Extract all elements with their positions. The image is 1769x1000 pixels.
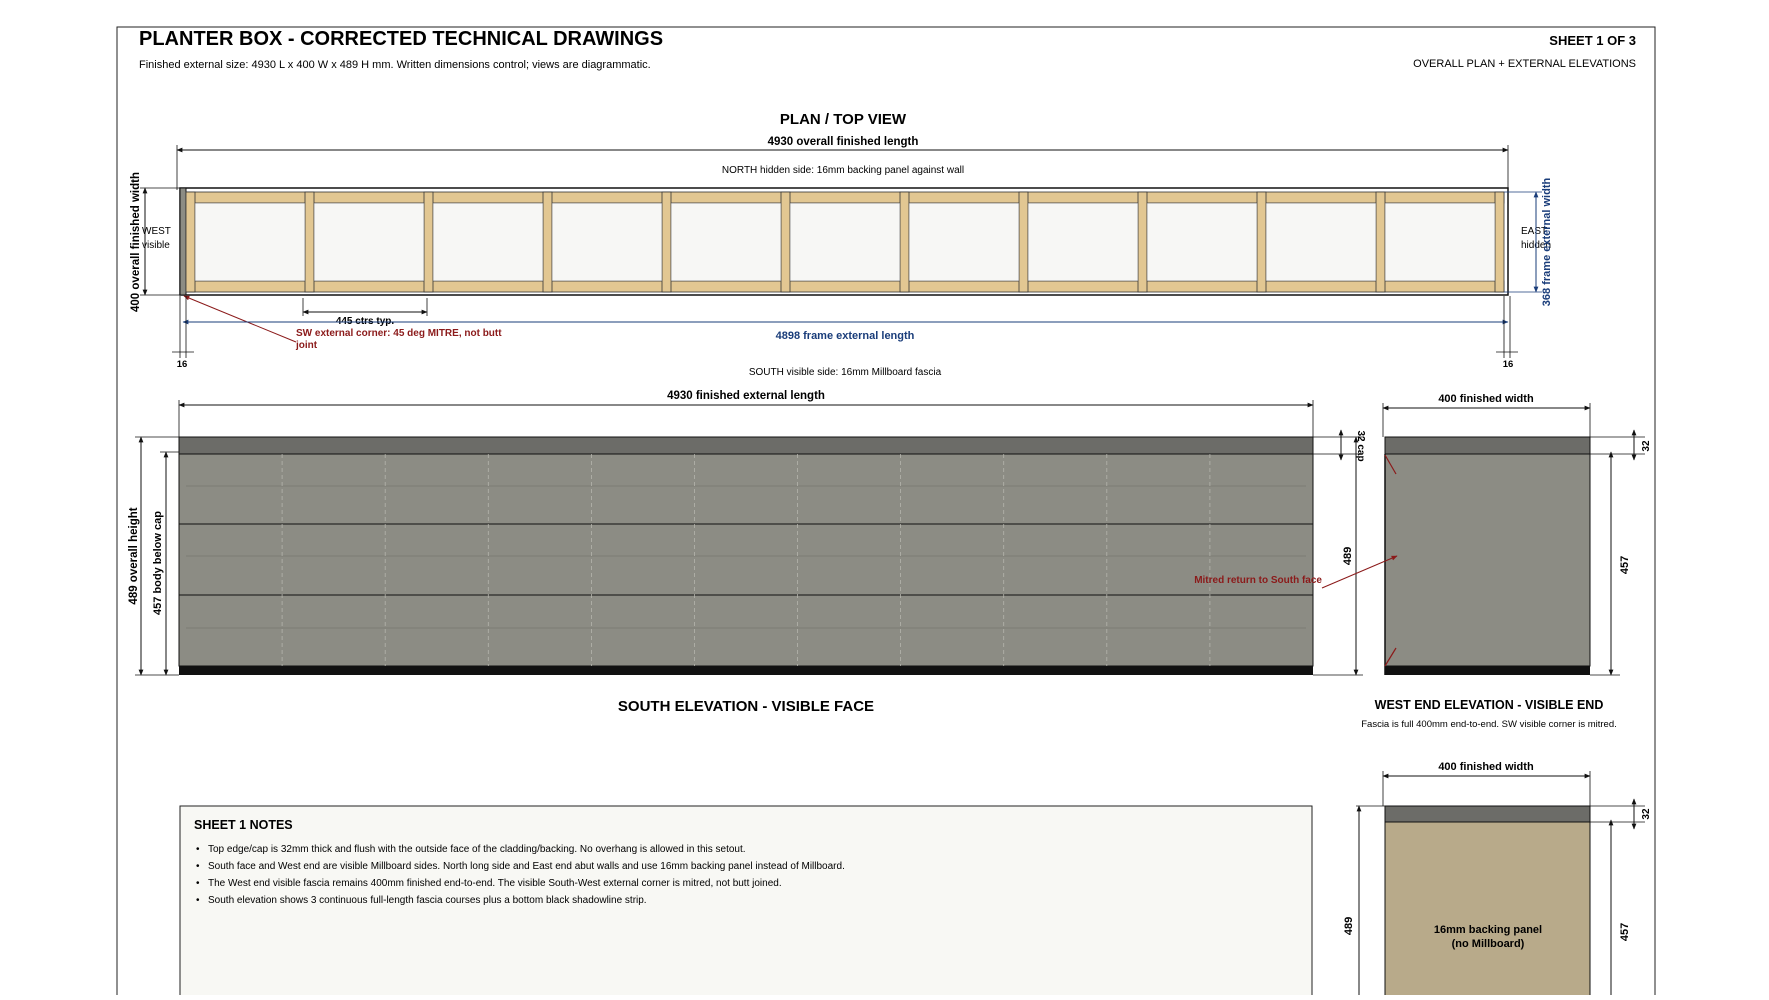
east-body-label: 457	[1619, 923, 1631, 941]
plan-south-note: SOUTH visible side: 16mm Millboard fasci…	[749, 367, 942, 378]
notes-item: South face and West end are visible Mill…	[208, 861, 845, 872]
notes-item: The West end visible fascia remains 400m…	[208, 878, 782, 889]
plan-bay	[551, 202, 663, 282]
south-length-label: 4930 finished external length	[667, 390, 825, 402]
plan-cross-member	[304, 191, 315, 293]
plan-west-sub: visible	[142, 240, 170, 251]
plan-frame	[179, 187, 1509, 296]
plan-north-note: NORTH hidden side: 16mm backing panel ag…	[722, 165, 964, 176]
plan-end-dim-right: 16	[1503, 359, 1514, 370]
east-backing-panel	[1384, 821, 1591, 1000]
west-cap	[1384, 436, 1591, 455]
sheet-subtitle: Finished external size: 4930 L x 400 W x…	[139, 59, 651, 71]
west-elevation	[1384, 436, 1591, 675]
east-panel-label: 16mm backing panel	[1434, 924, 1542, 936]
west-body-label: 457	[1619, 556, 1631, 574]
sheet-number: SHEET 1 OF 3	[1549, 33, 1636, 48]
south-elevation	[178, 436, 1314, 675]
plan-cross-member	[1256, 191, 1267, 293]
notes-item: Top edge/cap is 32mm thick and flush wit…	[208, 844, 746, 855]
west-elevation-note: Fascia is full 400mm end-to-end. SW visi…	[1361, 719, 1617, 730]
plan-cross-member	[423, 191, 434, 293]
west-width-label: 400 finished width	[1438, 393, 1534, 405]
plan-bay	[670, 202, 782, 282]
notes-bullet: •	[196, 844, 200, 855]
mitre-note: Mitred return to South face	[1194, 575, 1322, 586]
notes-title: SHEET 1 NOTES	[194, 818, 293, 832]
drawing-sheet: PLANTER BOX - CORRECTED TECHNICAL DRAWIN…	[0, 0, 1769, 1000]
south-elevation-title: SOUTH ELEVATION - VISIBLE FACE	[618, 698, 874, 715]
plan-width-label: 400 overall finished width	[130, 172, 142, 312]
plan-bay	[432, 202, 544, 282]
sw-corner-note-2: joint	[295, 340, 318, 351]
west-shadowline	[1385, 666, 1590, 675]
east-elevation	[1384, 805, 1591, 1000]
plan-cross-member	[1137, 191, 1148, 293]
notes-bullet: •	[196, 878, 200, 889]
plan-bay	[1146, 202, 1258, 282]
south-cap	[178, 436, 1314, 455]
south-height-label: 489	[1342, 547, 1354, 565]
plan-west-label: WEST	[142, 226, 171, 237]
plan-cross-member	[542, 191, 553, 293]
east-cap	[1384, 805, 1591, 823]
plan-cross-member	[185, 191, 196, 293]
east-panel-sub: (no Millboard)	[1452, 938, 1525, 950]
south-cap-label: 32 cap	[1355, 430, 1366, 461]
plan-frame-length-label: 4898 frame external length	[776, 330, 915, 342]
drawing-canvas: PLANTER BOX - CORRECTED TECHNICAL DRAWIN…	[116, 26, 1656, 1000]
south-shadowline	[179, 666, 1313, 675]
plan-frame-width-label: 368 frame external width	[1541, 178, 1553, 307]
plan-bay	[194, 202, 306, 282]
plan-bay	[1027, 202, 1139, 282]
sw-corner-leader	[183, 295, 297, 343]
plan-bay	[1384, 202, 1496, 282]
plan-cross-member	[780, 191, 791, 293]
east-width-label: 400 finished width	[1438, 761, 1534, 773]
east-height-label: 489	[1343, 917, 1355, 935]
sw-corner-note: SW external corner: 45 deg MITRE, not bu…	[296, 328, 502, 339]
plan-title: PLAN / TOP VIEW	[780, 111, 907, 128]
plan-cross-member	[661, 191, 672, 293]
notes-bullet: •	[196, 895, 200, 906]
plan-cross-member	[899, 191, 910, 293]
sheet-description: OVERALL PLAN + EXTERNAL ELEVATIONS	[1413, 58, 1636, 70]
east-cap-label: 32	[1641, 808, 1652, 820]
south-body-height-label: 457 body below cap	[152, 511, 164, 615]
notes-item: South elevation shows 3 continuous full-…	[208, 895, 647, 906]
south-overall-height-label: 489 overall height	[128, 507, 140, 604]
plan-cross-member	[1018, 191, 1029, 293]
plan-end-dim-left: 16	[177, 359, 188, 370]
plan-cross-member	[1494, 191, 1505, 293]
notes-bullet: •	[196, 861, 200, 872]
west-elevation-title: WEST END ELEVATION - VISIBLE END	[1375, 698, 1604, 712]
sheet-title: PLANTER BOX - CORRECTED TECHNICAL DRAWIN…	[139, 28, 663, 50]
plan-bay	[789, 202, 901, 282]
plan-overall-length-label: 4930 overall finished length	[768, 136, 919, 148]
plan-cross-member	[1375, 191, 1386, 293]
west-cap-label: 32	[1641, 440, 1652, 452]
plan-bay	[313, 202, 425, 282]
plan-bay	[1265, 202, 1377, 282]
plan-bay	[908, 202, 1020, 282]
west-fascia	[1384, 453, 1591, 667]
